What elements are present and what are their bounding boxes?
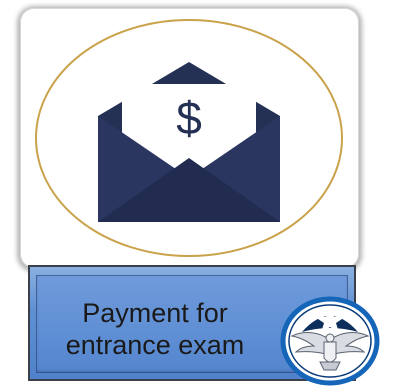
dollar-sign: $ <box>176 92 202 144</box>
icon-card[interactable]: $ <box>20 8 359 268</box>
caption-label: Payment for entrance exam <box>38 297 272 361</box>
caption-line-2: entrance exam <box>65 330 245 360</box>
payment-tile[interactable]: $ Payment for entrance exam <box>0 0 400 391</box>
caption-line-1: Payment for <box>82 298 228 328</box>
dollar-envelope-icon: $ <box>35 19 343 257</box>
eagle-star-emblem-icon <box>280 296 380 386</box>
